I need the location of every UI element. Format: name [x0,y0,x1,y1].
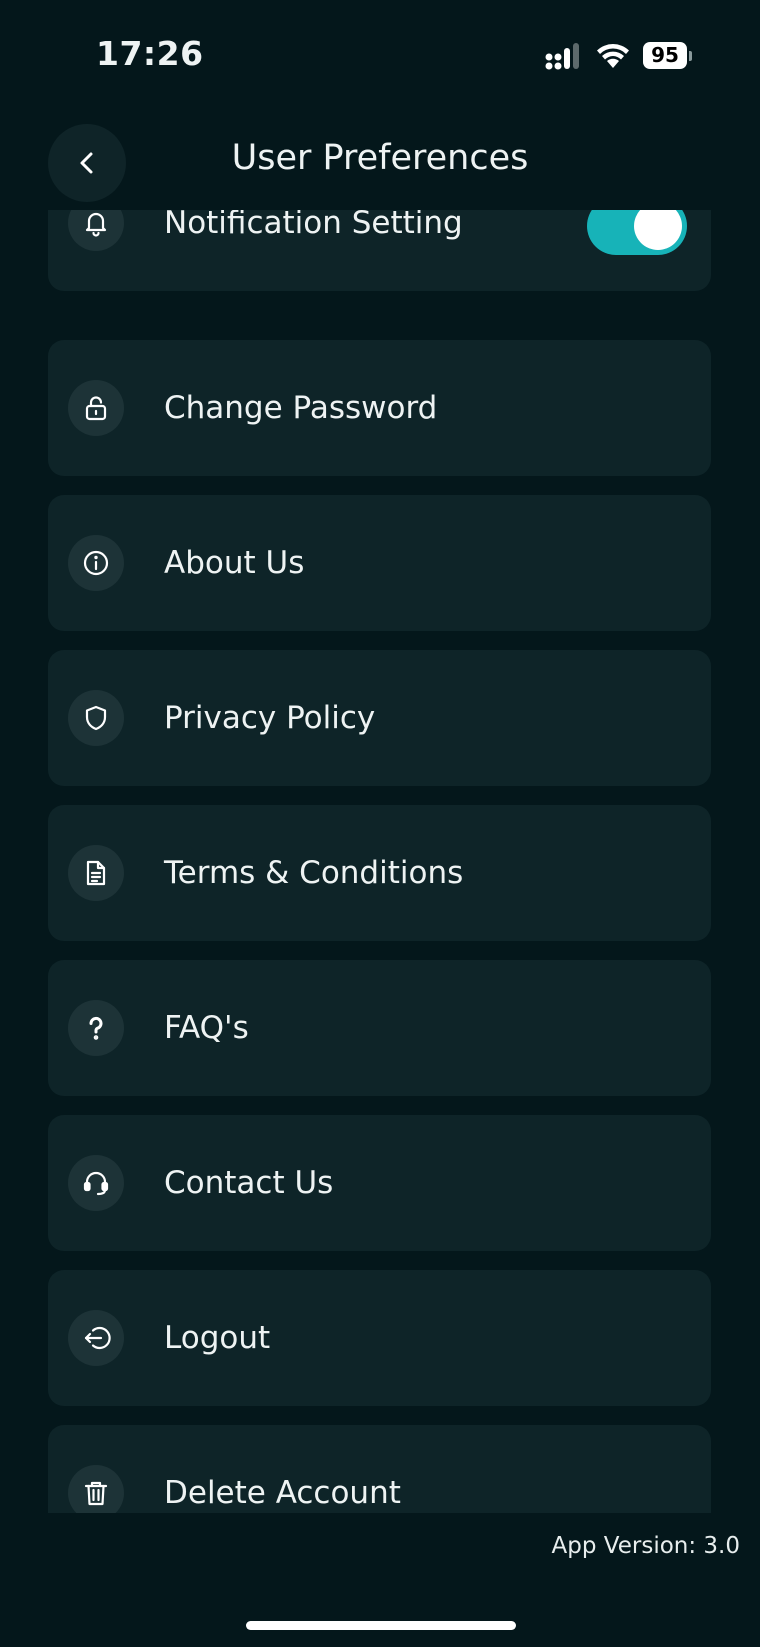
menu-item-about-us[interactable]: About Us [48,495,711,631]
trash-icon [84,1481,108,1506]
toggle-knob [634,210,682,250]
icon-badge [68,210,124,251]
menu-item-label: Logout [164,1320,271,1356]
menu-item-contact-us[interactable]: Contact Us [48,1115,711,1251]
menu-item-label: Privacy Policy [164,700,376,736]
icon-badge [68,845,124,901]
home-indicator[interactable] [246,1621,516,1630]
menu-item-label: Contact Us [164,1165,334,1201]
menu-item-delete-account[interactable]: Delete Account [48,1425,711,1513]
menu-item-label: Terms & Conditions [164,855,464,891]
info-icon [83,550,109,576]
battery-level: 95 [643,42,687,69]
icon-badge [68,535,124,591]
menu-item-notification-setting[interactable]: Notification Setting [48,210,711,291]
icon-badge [68,1155,124,1211]
notification-toggle[interactable] [587,210,687,255]
wifi-icon [597,44,629,68]
icon-badge [68,1465,124,1513]
lock-icon [85,396,107,421]
battery-cap [689,51,692,61]
icon-badge [68,380,124,436]
status-bar: 17:26 95 [0,0,760,110]
menu-item-label: Notification Setting [164,210,463,241]
icon-badge [68,1310,124,1366]
shield-icon [85,705,107,731]
menu-item-faqs[interactable]: FAQ's [48,960,711,1096]
menu-item-terms-conditions[interactable]: Terms & Conditions [48,805,711,941]
bell-icon [85,212,107,237]
app-version: App Version: 3.0 [551,1533,740,1559]
status-time: 17:26 [96,34,204,73]
menu-item-privacy-policy[interactable]: Privacy Policy [48,650,711,786]
icon-badge [68,690,124,746]
battery-indicator: 95 [643,42,693,70]
menu-item-label: FAQ's [164,1010,249,1046]
menu-item-label: Delete Account [164,1475,401,1511]
page-title: User Preferences [231,138,529,178]
question-icon [89,1016,103,1040]
menu-item-label: About Us [164,545,305,581]
document-icon [86,860,106,886]
headset-icon [83,1171,109,1196]
preferences-list[interactable]: Notification Setting Change Password Abo… [0,210,760,1513]
menu-item-change-password[interactable]: Change Password [48,340,711,476]
cellular-signal-icon [545,43,579,70]
menu-item-label: Change Password [164,390,438,426]
icon-badge [68,1000,124,1056]
logout-icon [84,1326,111,1350]
menu-item-logout[interactable]: Logout [48,1270,711,1406]
